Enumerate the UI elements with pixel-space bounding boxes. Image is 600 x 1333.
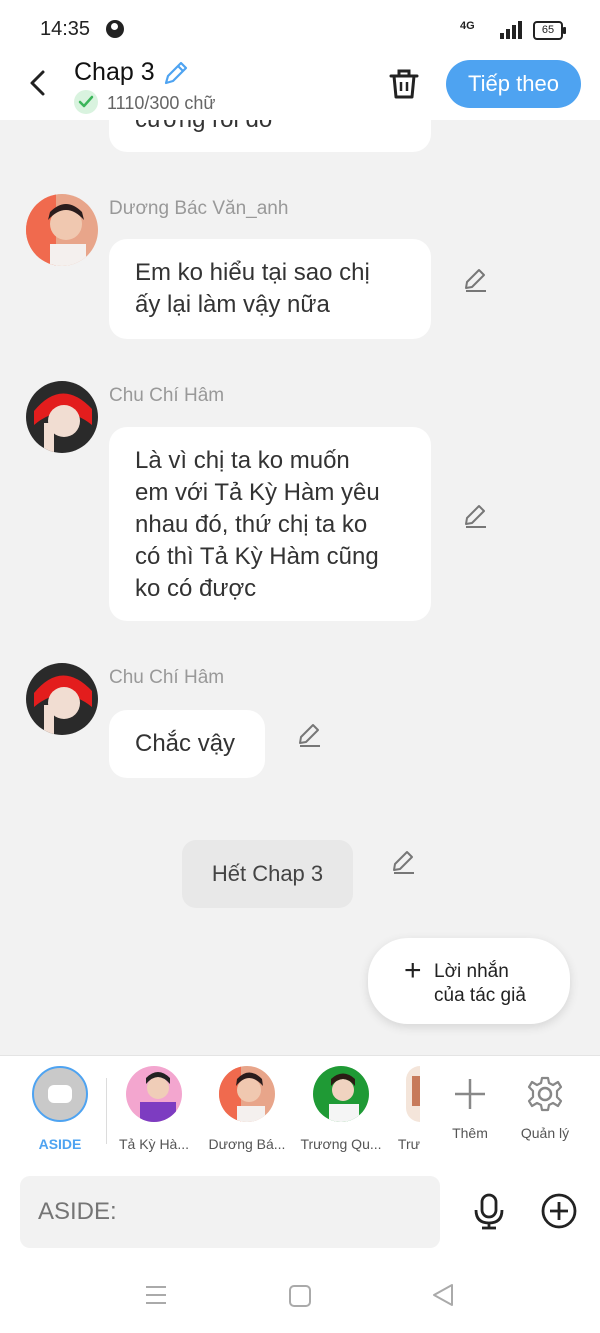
pencil-icon[interactable] xyxy=(462,502,490,530)
avatar[interactable] xyxy=(26,381,98,453)
end-chapter-label[interactable]: Hết Chap 3 xyxy=(182,840,353,908)
message-text: có thì Tả Kỳ Hàm cũng xyxy=(135,543,379,570)
message-bubble[interactable]: Em ko hiểu tại sao chị ấy lại làm vậy nữ… xyxy=(109,239,431,339)
character-bar: ASIDE Tả Kỳ Hà... Dương Bá... Trương Qu.… xyxy=(0,1055,600,1167)
pencil-icon[interactable] xyxy=(296,721,324,749)
character-aside[interactable]: ASIDE xyxy=(14,1066,106,1152)
message-input[interactable] xyxy=(20,1176,440,1248)
gear-icon xyxy=(527,1076,563,1112)
message-text: cường rồi đó xyxy=(135,120,272,133)
message-text: ấy lại làm vậy nữa xyxy=(135,291,330,318)
message-text: em với Tả Kỳ Hàm yêu xyxy=(135,479,380,506)
character-item[interactable]: Dương Bá... xyxy=(201,1066,293,1152)
word-count: 1110/300 chữ xyxy=(107,93,216,113)
pencil-icon[interactable] xyxy=(462,266,490,294)
header: Chap 3 1110/300 chữ Tiếp theo xyxy=(0,56,600,120)
character-item[interactable]: Tả Kỳ Hà... xyxy=(108,1066,200,1152)
check-icon xyxy=(74,90,98,114)
avatar[interactable] xyxy=(26,194,98,266)
avatar xyxy=(126,1066,182,1122)
aside-avatar xyxy=(32,1066,88,1122)
message-text: Là vì chị ta ko muốn xyxy=(135,447,350,474)
avatar[interactable] xyxy=(26,663,98,735)
avatar xyxy=(406,1066,420,1122)
character-label: Tả Kỳ Hà... xyxy=(118,1136,190,1152)
author-note-line: Lời nhắn xyxy=(434,961,509,982)
character-label: Trương Qu... xyxy=(300,1136,382,1152)
author-note-line: của tác giả xyxy=(434,985,526,1006)
plus-icon: + xyxy=(404,954,422,987)
battery-icon: 65 xyxy=(533,21,566,40)
next-button[interactable]: Tiếp theo xyxy=(446,60,581,108)
globe-icon xyxy=(106,20,124,38)
system-nav-bar xyxy=(0,1258,600,1333)
avatar xyxy=(219,1066,275,1122)
pencil-icon[interactable] xyxy=(162,59,190,87)
message-bubble[interactable]: Là vì chị ta ko muốn em với Tả Kỳ Hàm yê… xyxy=(109,427,431,621)
manage-label: Quản lý xyxy=(520,1125,570,1141)
message-bubble[interactable]: cường rồi đó xyxy=(109,120,431,152)
chat-area: cường rồi đó Dương Bác Văn_anh Em ko hiể… xyxy=(0,120,600,1055)
avatar xyxy=(313,1066,369,1122)
message-text: ko có được xyxy=(135,575,257,602)
signal-icon xyxy=(500,21,522,39)
home-square-icon[interactable] xyxy=(288,1284,312,1308)
sender-name: Dương Bác Văn_anh xyxy=(109,198,289,219)
plus-icon xyxy=(455,1079,485,1109)
status-bar: 14:35 4G 65 xyxy=(0,0,600,56)
back-triangle-icon[interactable] xyxy=(430,1282,456,1308)
message-text: nhau đó, thứ chị ta ko xyxy=(135,511,368,538)
message-text: Em ko hiểu tại sao chị xyxy=(135,259,370,286)
message-text: Chắc vậy xyxy=(135,730,236,757)
back-arrow-icon[interactable] xyxy=(24,68,54,98)
character-item[interactable]: Trư xyxy=(376,1066,420,1152)
input-bar xyxy=(0,1166,600,1258)
microphone-icon[interactable] xyxy=(470,1192,508,1230)
menu-icon[interactable] xyxy=(144,1284,168,1306)
page-title: Chap 3 xyxy=(74,58,155,86)
message-bubble[interactable]: Chắc vậy xyxy=(109,710,265,778)
status-time: 14:35 xyxy=(40,18,91,40)
author-note-button[interactable]: + Lời nhắn của tác giả xyxy=(368,938,570,1024)
character-label: Dương Bá... xyxy=(208,1136,286,1152)
divider xyxy=(106,1078,107,1144)
manage-button[interactable]: Quản lý xyxy=(499,1066,591,1141)
character-label: Trư xyxy=(397,1136,420,1152)
sender-name: Chu Chí Hâm xyxy=(109,667,225,688)
add-circle-icon[interactable] xyxy=(540,1192,578,1230)
sender-name: Chu Chí Hâm xyxy=(109,385,225,406)
character-item[interactable]: Trương Qu... xyxy=(295,1066,387,1152)
author-note-label: Lời nhắn của tác giả xyxy=(434,960,526,1008)
pencil-icon[interactable] xyxy=(390,848,418,876)
character-label: ASIDE xyxy=(38,1136,82,1152)
network-type: 4G xyxy=(460,20,475,32)
trash-icon[interactable] xyxy=(386,66,422,102)
